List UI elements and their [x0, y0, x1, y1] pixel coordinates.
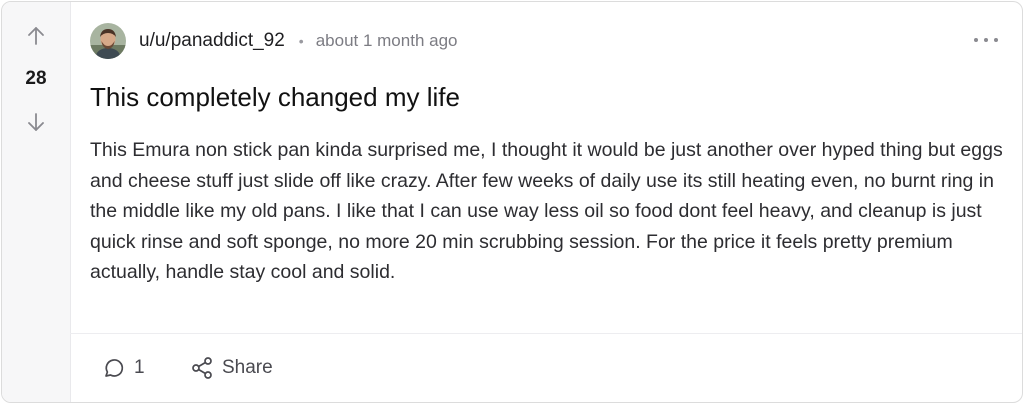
- more-horizontal-icon: [974, 38, 978, 42]
- post-content: u/u/panaddict_92 • about 1 month ago Thi…: [70, 2, 1022, 402]
- comment-bubble-icon: [105, 359, 124, 377]
- more-dot: [984, 38, 988, 42]
- avatar[interactable]: [90, 23, 126, 59]
- comments-button[interactable]: 1: [102, 354, 145, 382]
- username-link[interactable]: u/u/panaddict_92: [139, 30, 285, 52]
- meta-separator: •: [298, 33, 304, 49]
- post-card: 28 u/u/panaddict_92 • about 1 month ago: [1, 1, 1023, 403]
- more-dot: [994, 38, 998, 42]
- upvote-button[interactable]: [22, 22, 50, 50]
- post-header: u/u/panaddict_92 • about 1 month ago: [90, 22, 1022, 60]
- vote-column: 28: [2, 2, 71, 402]
- post-body: This Emura non stick pan kinda surprised…: [90, 139, 1003, 284]
- post-timestamp: about 1 month ago: [315, 31, 458, 50]
- post-footer: 1 Share: [70, 333, 1022, 402]
- share-label: Share: [222, 357, 273, 378]
- arrow-up-icon: [28, 27, 44, 45]
- post-title: This completely changed my life: [90, 82, 460, 112]
- comments-count: 1: [134, 357, 145, 378]
- arrow-down-icon: [28, 113, 44, 131]
- more-options-button[interactable]: [974, 30, 998, 50]
- downvote-button[interactable]: [22, 108, 50, 136]
- share-nodes-icon: [192, 357, 212, 379]
- share-button[interactable]: Share: [190, 354, 273, 382]
- vote-score: 28: [25, 68, 47, 89]
